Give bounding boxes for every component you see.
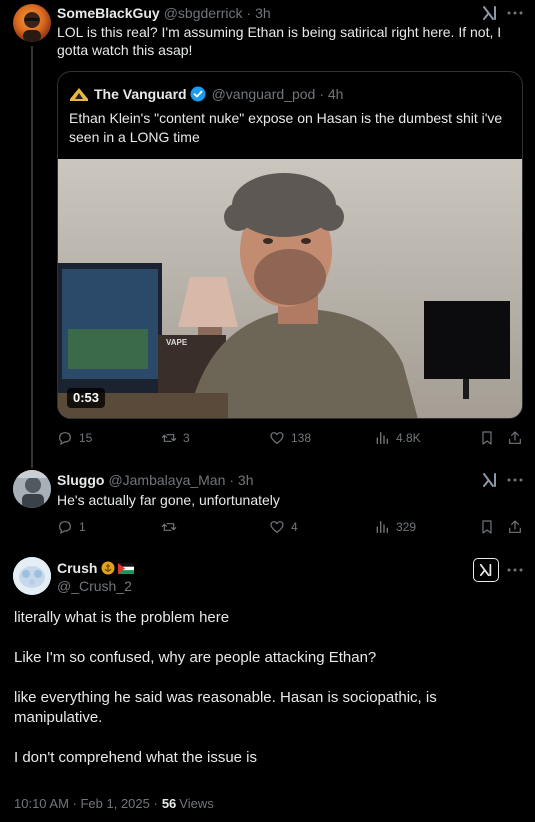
- reply-icon: [59, 432, 71, 446]
- like-button[interactable]: 4: [269, 519, 298, 535]
- views-icon: [376, 432, 388, 444]
- views-button[interactable]: 329: [374, 519, 416, 535]
- grok-icon[interactable]: [480, 471, 500, 489]
- author-handle[interactable]: @sbgderrick: [164, 5, 243, 21]
- author-handle[interactable]: @_Crush_2: [57, 578, 132, 594]
- video-box-label: VAPE: [166, 338, 188, 347]
- repost-count: 3: [183, 431, 190, 445]
- more-icon[interactable]: [505, 4, 525, 22]
- quote-author-name[interactable]: The Vanguard: [94, 86, 187, 102]
- quote-text: Ethan Klein's "content nuke" expose on H…: [69, 110, 503, 145]
- quote-time[interactable]: · 4h: [319, 86, 343, 102]
- avatar-image: [13, 557, 51, 595]
- views-label: Views: [179, 795, 214, 811]
- thread-line: [31, 46, 33, 454]
- avatar-image: [23, 12, 41, 42]
- share-button[interactable]: [507, 430, 523, 446]
- like-button[interactable]: 138: [269, 430, 311, 446]
- tweet-text: He's actually far gone, unfortunately: [57, 492, 280, 508]
- share-button[interactable]: [507, 519, 523, 535]
- reply-button[interactable]: 1: [57, 519, 86, 535]
- quote-avatar: [69, 85, 89, 103]
- tweet-paragraph: Like I'm so confused, why are people att…: [14, 649, 377, 666]
- share-icon: [509, 431, 521, 444]
- bookmark-button[interactable]: [479, 430, 495, 446]
- bookmark-icon: [482, 431, 492, 445]
- verified-badge-icon: [190, 86, 206, 102]
- reply-button[interactable]: 15: [57, 430, 92, 446]
- like-count: 4: [291, 520, 298, 534]
- like-icon: [270, 432, 284, 444]
- like-count: 138: [291, 431, 312, 445]
- tweet-time[interactable]: · 3h: [229, 472, 253, 488]
- grok-icon[interactable]: [480, 4, 500, 22]
- avatar[interactable]: [13, 470, 51, 508]
- author-name[interactable]: Crush: [57, 560, 97, 576]
- repost-button[interactable]: [161, 519, 183, 535]
- more-icon[interactable]: [505, 561, 525, 579]
- flag-icon: [118, 562, 135, 574]
- tweet-paragraph: I don't comprehend what the issue is: [14, 749, 258, 766]
- reply-count: 15: [79, 431, 93, 445]
- views-button[interactable]: 4.8K: [374, 430, 421, 446]
- bookmark-button[interactable]: [479, 519, 495, 535]
- bookmark-icon: [482, 520, 492, 534]
- grok-icon[interactable]: [473, 558, 499, 582]
- tweet-text: LOL is this real? I'm assuming Ethan is …: [57, 24, 502, 58]
- avatar-image: [13, 470, 51, 508]
- repost-icon: [161, 523, 177, 531]
- repost-button[interactable]: 3: [161, 430, 190, 446]
- tweet-body: literally what is the problem here Like …: [14, 608, 514, 768]
- author-handle[interactable]: @Jambalaya_Man: [108, 472, 225, 488]
- author-name[interactable]: SomeBlackGuy: [57, 5, 160, 21]
- tweet-paragraph: literally what is the problem here: [14, 609, 230, 626]
- views-count: 56: [161, 795, 177, 811]
- repost-icon: [161, 434, 177, 442]
- reply-count: 1: [79, 520, 86, 534]
- like-icon: [270, 521, 284, 533]
- views-count: 329: [396, 520, 417, 534]
- views-icon: [376, 521, 388, 533]
- thread-line: [31, 454, 33, 468]
- tweet-timestamp[interactable]: 10:10 AM · Feb 1, 2025 ·: [14, 796, 158, 811]
- anchor-emoji-icon: [101, 561, 115, 575]
- video-duration: 0:53: [67, 388, 106, 408]
- video-frame: VAPE: [58, 159, 522, 418]
- views-count: 4.8K: [396, 431, 421, 445]
- avatar[interactable]: [13, 4, 51, 42]
- more-icon[interactable]: [505, 471, 525, 489]
- tweet-paragraph: like everything he said was reasonable. …: [14, 689, 437, 726]
- tweet-time[interactable]: · 3h: [247, 5, 271, 21]
- avatar[interactable]: [13, 557, 51, 595]
- share-icon: [509, 520, 521, 533]
- quoted-tweet[interactable]: The Vanguard @vanguard_pod · 4h Ethan Kl…: [57, 71, 523, 419]
- quote-author-handle[interactable]: @vanguard_pod: [212, 86, 316, 102]
- video-player[interactable]: VAPE 0:53: [58, 159, 522, 418]
- reply-icon: [59, 521, 71, 535]
- author-name[interactable]: Sluggo: [57, 472, 104, 488]
